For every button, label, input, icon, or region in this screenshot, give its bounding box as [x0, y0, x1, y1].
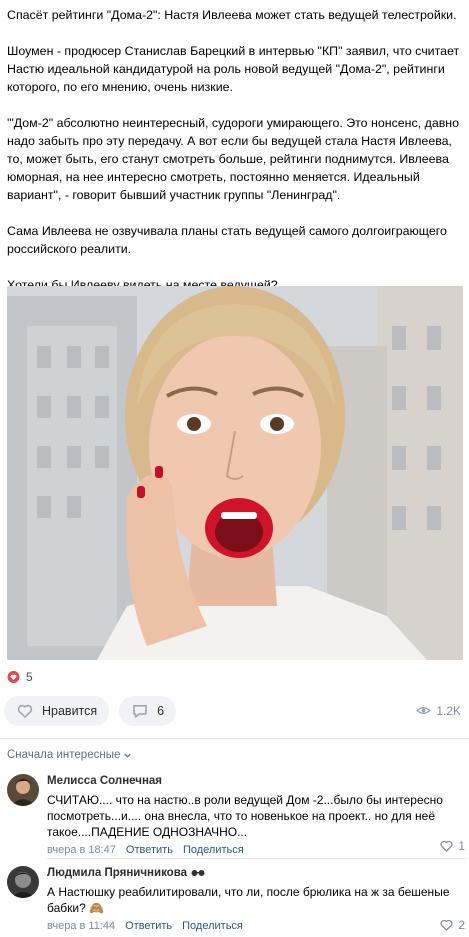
- comment-like-button[interactable]: 1: [439, 839, 465, 853]
- comments-sort-label: Сначала интересные: [7, 749, 121, 761]
- post-title: Спасёт рейтинги "Дома-2": Настя Ивлеева …: [7, 8, 457, 22]
- share-button[interactable]: Поделиться: [183, 844, 244, 856]
- comment-item: Людмила Пряничникова А Настюшку реабилит…: [7, 866, 467, 934]
- views-count: 1.2K: [436, 703, 461, 718]
- comment-author[interactable]: Мелисса Солнечная: [47, 774, 462, 788]
- heart-outline-icon: [440, 840, 453, 852]
- avatar-image: [7, 774, 39, 806]
- divider: [0, 738, 469, 739]
- share-button[interactable]: Поделиться: [182, 920, 243, 932]
- post-paragraph: '"Дом-2" абсолютно неинтересный, судорог…: [7, 116, 463, 202]
- comment-text: А Настюшку реабилитировали, что ли, посл…: [47, 885, 453, 915]
- comment-meta: вчера в 11:44 Ответить Поделиться: [47, 920, 462, 932]
- comment-author[interactable]: Людмила Пряничникова: [47, 866, 462, 880]
- comment-text: СЧИТАЮ.... что на настю..в роли ведущей …: [47, 793, 447, 839]
- heart-reaction-icon: [7, 671, 20, 683]
- like-button[interactable]: Нравится: [4, 696, 110, 726]
- comment-like-count: 2: [458, 918, 465, 932]
- comment-divider: [47, 858, 467, 859]
- comment-item: Мелисса Солнечная СЧИТАЮ.... что на наст…: [7, 774, 467, 856]
- post-actions: Нравится 6: [4, 696, 177, 726]
- comments-sort-dropdown[interactable]: Сначала интересные: [7, 749, 132, 761]
- reactions-summary[interactable]: 5: [7, 670, 33, 684]
- reply-button[interactable]: Ответить: [125, 920, 172, 932]
- comment-like-count: 1: [458, 839, 465, 853]
- comments-button[interactable]: 6: [119, 696, 177, 726]
- glasses-icon: [191, 870, 205, 876]
- avatar-image: [7, 866, 39, 898]
- comment-like-button[interactable]: 2: [439, 918, 465, 932]
- reactions-count: 5: [26, 670, 33, 684]
- comment-icon: [133, 705, 147, 718]
- avatar[interactable]: [7, 774, 39, 806]
- views-counter: 1.2K: [416, 703, 461, 718]
- post-photo[interactable]: [7, 286, 463, 660]
- heart-outline-icon: [17, 704, 33, 718]
- chevron-down-icon: [124, 753, 132, 758]
- post-text: Спасёт рейтинги "Дома-2": Настя Ивлеева …: [7, 6, 465, 312]
- avatar[interactable]: [7, 866, 39, 898]
- comment-time[interactable]: вчера в 11:44: [47, 920, 115, 932]
- heart-outline-icon: [440, 919, 453, 931]
- post-paragraph: Сама Ивлеева не озвучивала планы стать в…: [7, 224, 451, 256]
- comment-author-name: Людмила Пряничникова: [47, 867, 188, 879]
- post-paragraph: Шоумен - продюсер Станислав Барецкий в и…: [7, 44, 463, 94]
- comments-count: 6: [157, 704, 165, 718]
- woman-photo: [7, 286, 463, 660]
- comment-time[interactable]: вчера в 18:47: [47, 844, 116, 856]
- reply-button[interactable]: Ответить: [126, 844, 173, 856]
- comment-meta: вчера в 18:47 Ответить Поделиться: [47, 844, 462, 856]
- like-label: Нравится: [42, 704, 98, 718]
- eye-icon: [416, 707, 431, 714]
